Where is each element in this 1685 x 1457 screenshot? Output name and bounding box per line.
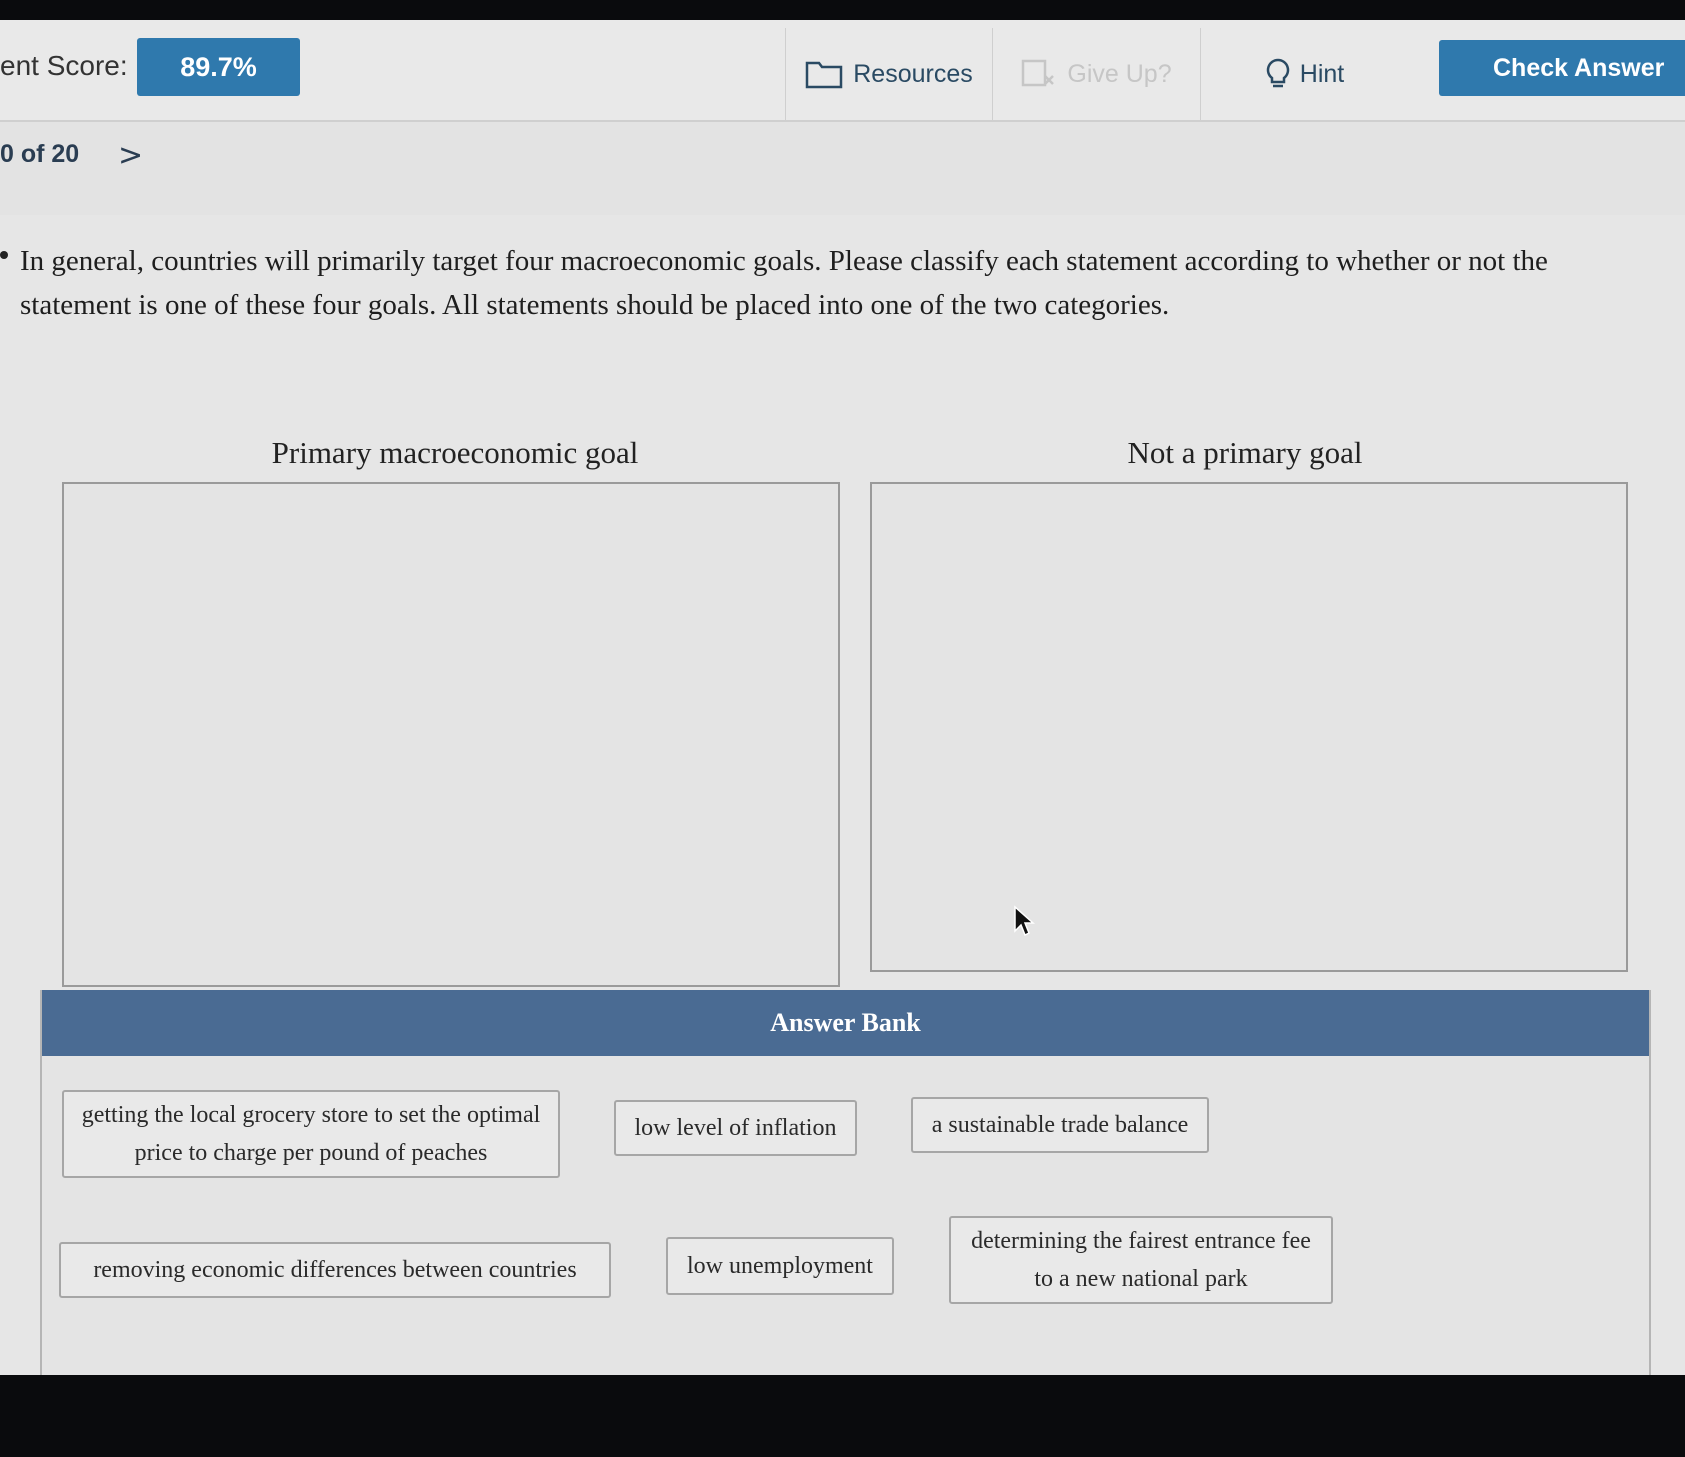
answer-bank: Answer Bank getting the local grocery st…	[40, 990, 1651, 1375]
dropzone-primary[interactable]	[62, 482, 840, 987]
give-up-button[interactable]: Give Up?	[992, 28, 1200, 120]
folder-icon	[805, 59, 843, 89]
answer-chip[interactable]: removing economic differences between co…	[59, 1242, 611, 1298]
resources-label: Resources	[853, 59, 973, 88]
next-question-icon[interactable]: >	[118, 138, 143, 173]
score-badge: 89.7%	[137, 38, 300, 96]
give-up-label: Give Up?	[1067, 59, 1172, 88]
lightbulb-icon	[1266, 58, 1290, 90]
bullet-icon	[0, 251, 8, 259]
answer-chip[interactable]: getting the local grocery store to set t…	[62, 1090, 560, 1178]
dropzone-not-primary[interactable]	[870, 482, 1628, 972]
top-toolbar: ent Score: 89.7% Resources Give Up? Hint…	[0, 20, 1685, 122]
hint-label: Hint	[1299, 59, 1345, 88]
answer-bank-title: Answer Bank	[42, 990, 1649, 1056]
answer-chip[interactable]: a sustainable trade balance	[911, 1097, 1209, 1153]
give-up-icon	[1021, 58, 1057, 90]
answer-chip[interactable]: low unemployment	[666, 1237, 894, 1295]
category-title-not-primary: Not a primary goal	[1127, 435, 1363, 470]
resources-button[interactable]: Resources	[785, 28, 992, 120]
hint-button[interactable]: Hint	[1200, 28, 1409, 120]
question-position: 0 of 20	[0, 140, 80, 168]
score-label: ent Score:	[0, 50, 128, 81]
answer-chip[interactable]: determining the fairest entrance fee to …	[949, 1216, 1333, 1304]
question-text: In general, countries will primarily tar…	[20, 245, 1548, 321]
check-answer-button[interactable]: Check Answer	[1439, 40, 1685, 96]
question-panel: In general, countries will primarily tar…	[0, 215, 1685, 1375]
screen: ent Score: 89.7% Resources Give Up? Hint…	[0, 20, 1685, 1375]
answer-chip[interactable]: low level of inflation	[614, 1100, 857, 1156]
category-title-primary: Primary macroeconomic goal	[271, 435, 639, 470]
mouse-pointer-icon	[1013, 905, 1035, 942]
